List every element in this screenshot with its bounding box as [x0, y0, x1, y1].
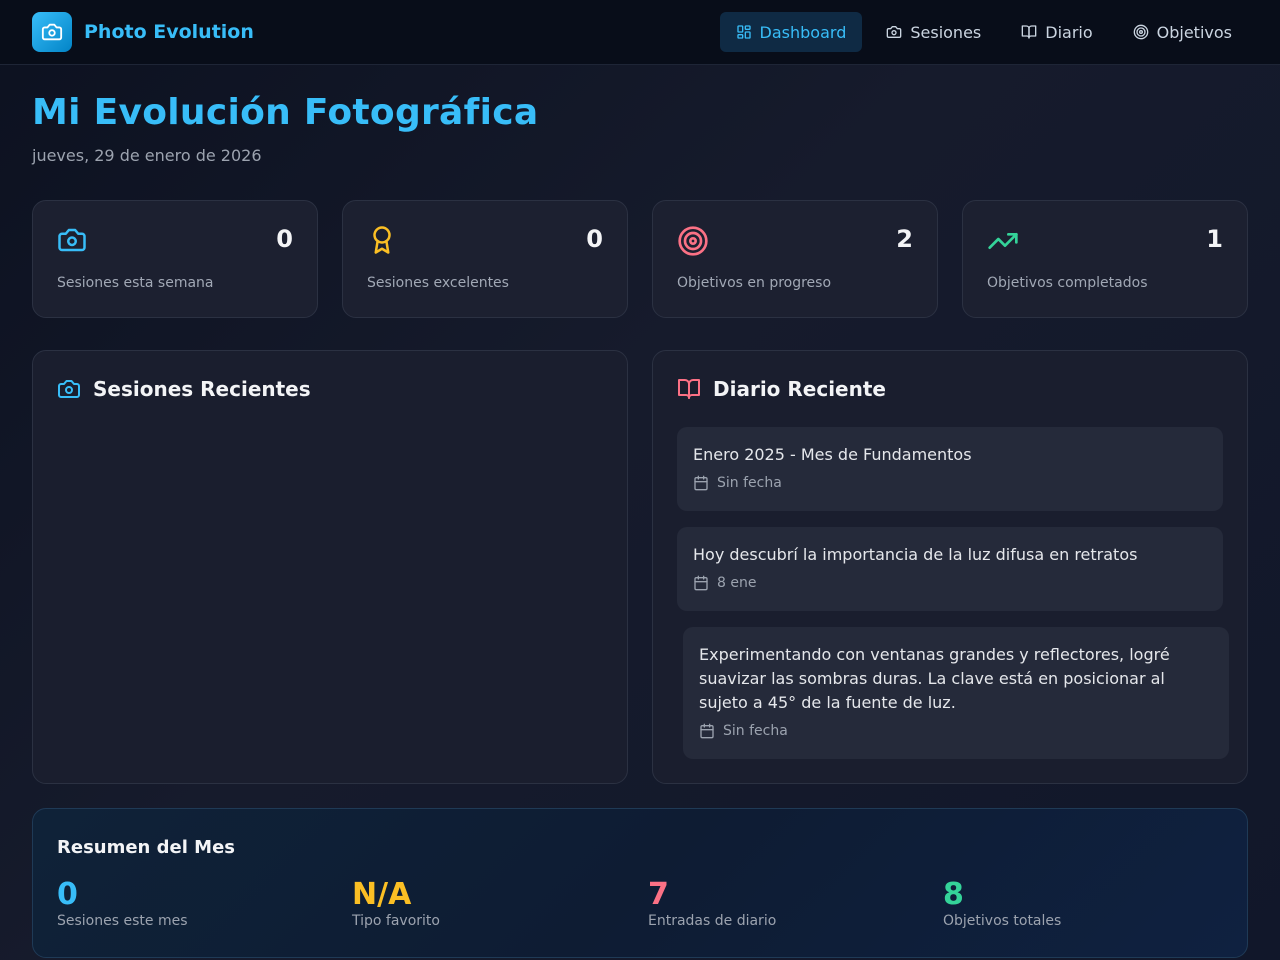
- summary-item-sessions: 0 Sesiones este mes: [57, 877, 187, 929]
- calendar-icon: [694, 475, 708, 491]
- entry-text: Experimentando con ventanas grandes y re…: [699, 645, 1170, 712]
- panel-title: Sesiones Recientes: [93, 377, 311, 401]
- recent-journal-panel: Diario Reciente Enero 2025 - Mes de Fund…: [652, 350, 1248, 784]
- camera-icon: [58, 380, 80, 398]
- target-icon: [677, 225, 709, 261]
- stat-card-goals-completed: 1 Objetivos completados: [962, 200, 1248, 318]
- summary-label: Sesiones este mes: [57, 913, 188, 929]
- entry-text: Hoy descubrí la importancia de la luz di…: [693, 545, 1138, 564]
- camera-icon: [887, 26, 902, 38]
- calendar-icon: [700, 723, 714, 739]
- trending-up-icon: [987, 225, 1019, 261]
- entry-meta: Sin fecha: [699, 723, 788, 739]
- summary-value: 0: [57, 877, 78, 912]
- entry-text: Enero 2025 - Mes de Fundamentos: [693, 445, 972, 464]
- grid-icon: [736, 25, 751, 39]
- summary-value: N/A: [352, 877, 412, 912]
- recent-sessions-panel: Sesiones Recientes: [32, 350, 628, 784]
- summary-item-favorite-type: N/A Tipo favorito: [352, 877, 440, 929]
- nav-dashboard[interactable]: Dashboard: [719, 12, 863, 52]
- entry-date: Sin fecha: [723, 723, 788, 739]
- journal-entry[interactable]: Experimentando con ventanas grandes y re…: [683, 627, 1229, 759]
- stat-value: 0: [276, 225, 293, 253]
- nav-objetivos[interactable]: Objetivos: [1117, 12, 1248, 52]
- nav-sesiones[interactable]: Sesiones: [870, 12, 997, 52]
- summary-item-total-goals: 8 Objetivos totales: [943, 877, 1061, 929]
- app-name: Photo Evolution: [84, 21, 254, 43]
- stat-label: Sesiones esta semana: [57, 275, 214, 291]
- summary-label: Entradas de diario: [648, 913, 777, 929]
- book-icon: [678, 379, 700, 399]
- nav-label: Diario: [1045, 22, 1093, 42]
- page-date: jueves, 29 de enero de 2026: [32, 146, 262, 165]
- stat-label: Objetivos completados: [987, 275, 1148, 291]
- month-summary: Resumen del Mes 0 Sesiones este mes N/A …: [32, 808, 1248, 958]
- summary-value: 8: [943, 877, 964, 912]
- main-nav: Dashboard Sesiones Diario Objetivos: [712, 12, 1248, 52]
- stat-card-sessions-week: 0 Sesiones esta semana: [32, 200, 318, 318]
- summary-label: Tipo favorito: [352, 913, 440, 929]
- stat-card-excellent-sessions: 0 Sesiones excelentes: [342, 200, 628, 318]
- entry-meta: Sin fecha: [693, 475, 782, 491]
- page-title: Mi Evolución Fotográfica: [32, 92, 539, 133]
- entry-date: Sin fecha: [717, 475, 782, 491]
- journal-entry[interactable]: Enero 2025 - Mes de Fundamentos Sin fech…: [677, 427, 1223, 511]
- camera-icon: [57, 225, 87, 259]
- summary-title: Resumen del Mes: [57, 837, 236, 858]
- target-icon: [1133, 24, 1148, 40]
- entry-meta: 8 ene: [693, 575, 756, 591]
- nav-label: Dashboard: [759, 22, 847, 42]
- camera-icon: [32, 12, 72, 52]
- entry-date: 8 ene: [717, 575, 757, 591]
- nav-label: Objetivos: [1156, 22, 1232, 42]
- book-icon: [1021, 25, 1037, 39]
- award-icon: [367, 225, 397, 259]
- brand[interactable]: Photo Evolution: [32, 12, 254, 52]
- journal-entry[interactable]: Hoy descubrí la importancia de la luz di…: [677, 527, 1223, 611]
- nav-diario[interactable]: Diario: [1005, 12, 1108, 52]
- panel-title: Diario Reciente: [713, 377, 886, 401]
- stat-card-goals-progress: 2 Objetivos en progreso: [652, 200, 938, 318]
- top-nav-bar: Photo Evolution Dashboard Sesiones Diari…: [0, 0, 1280, 65]
- summary-value: 7: [648, 877, 669, 912]
- calendar-icon: [694, 575, 708, 591]
- stat-value: 1: [1206, 225, 1223, 253]
- stat-value: 2: [896, 225, 913, 253]
- panel-header: Sesiones Recientes: [57, 377, 311, 401]
- summary-label: Objetivos totales: [943, 913, 1062, 929]
- stat-label: Objetivos en progreso: [677, 275, 832, 291]
- stat-label: Sesiones excelentes: [367, 275, 509, 291]
- nav-label: Sesiones: [910, 22, 982, 42]
- stat-value: 0: [586, 225, 603, 253]
- summary-item-journal-entries: 7 Entradas de diario: [648, 877, 776, 929]
- panel-header: Diario Reciente: [677, 377, 886, 401]
